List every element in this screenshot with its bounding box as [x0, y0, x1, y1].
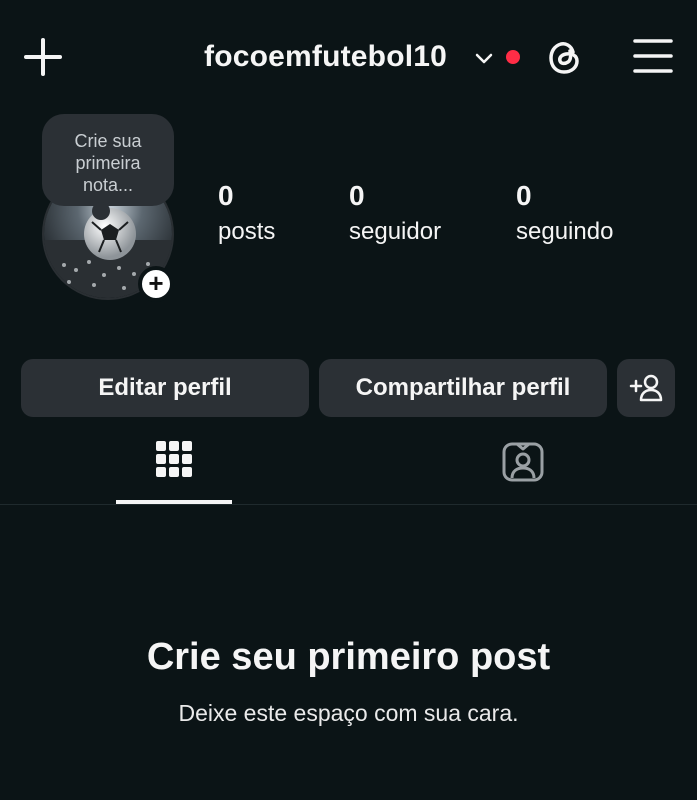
stat-value: 0 [516, 180, 532, 211]
menu-icon[interactable] [632, 36, 674, 76]
stat-value: 0 [218, 180, 234, 211]
stat-label: seguidor [349, 218, 442, 245]
notification-dot [506, 50, 520, 64]
plus-icon[interactable] [22, 36, 64, 78]
note-bubble[interactable]: Crie sua primeira nota... [42, 114, 174, 206]
threads-icon[interactable] [544, 36, 586, 78]
stat-following[interactable]: 0 seguindo [516, 180, 613, 246]
grid-icon[interactable] [156, 441, 192, 477]
tagged-icon[interactable] [502, 440, 544, 482]
share-profile-button[interactable]: Compartilhar perfil [319, 359, 607, 417]
stat-followers[interactable]: 0 seguidor [349, 180, 441, 246]
stat-value: 0 [349, 180, 365, 211]
add-person-icon [629, 374, 663, 402]
chevron-down-icon[interactable] [472, 46, 496, 70]
username-switcher[interactable]: focoemfutebol10 [204, 40, 447, 74]
tabs-divider [0, 504, 697, 505]
empty-state-subtitle: Deixe este espaço com sua cara. [178, 700, 519, 726]
edit-profile-button[interactable]: Editar perfil [21, 359, 309, 417]
add-story-button[interactable]: + [138, 266, 174, 302]
note-bubble-tail [92, 202, 110, 220]
empty-state-title: Crie seu primeiro post [146, 636, 551, 678]
stat-label: posts [218, 218, 276, 245]
discover-people-button[interactable] [617, 359, 675, 417]
stat-label: seguindo [516, 218, 614, 245]
stat-posts[interactable]: 0 posts [218, 180, 275, 246]
